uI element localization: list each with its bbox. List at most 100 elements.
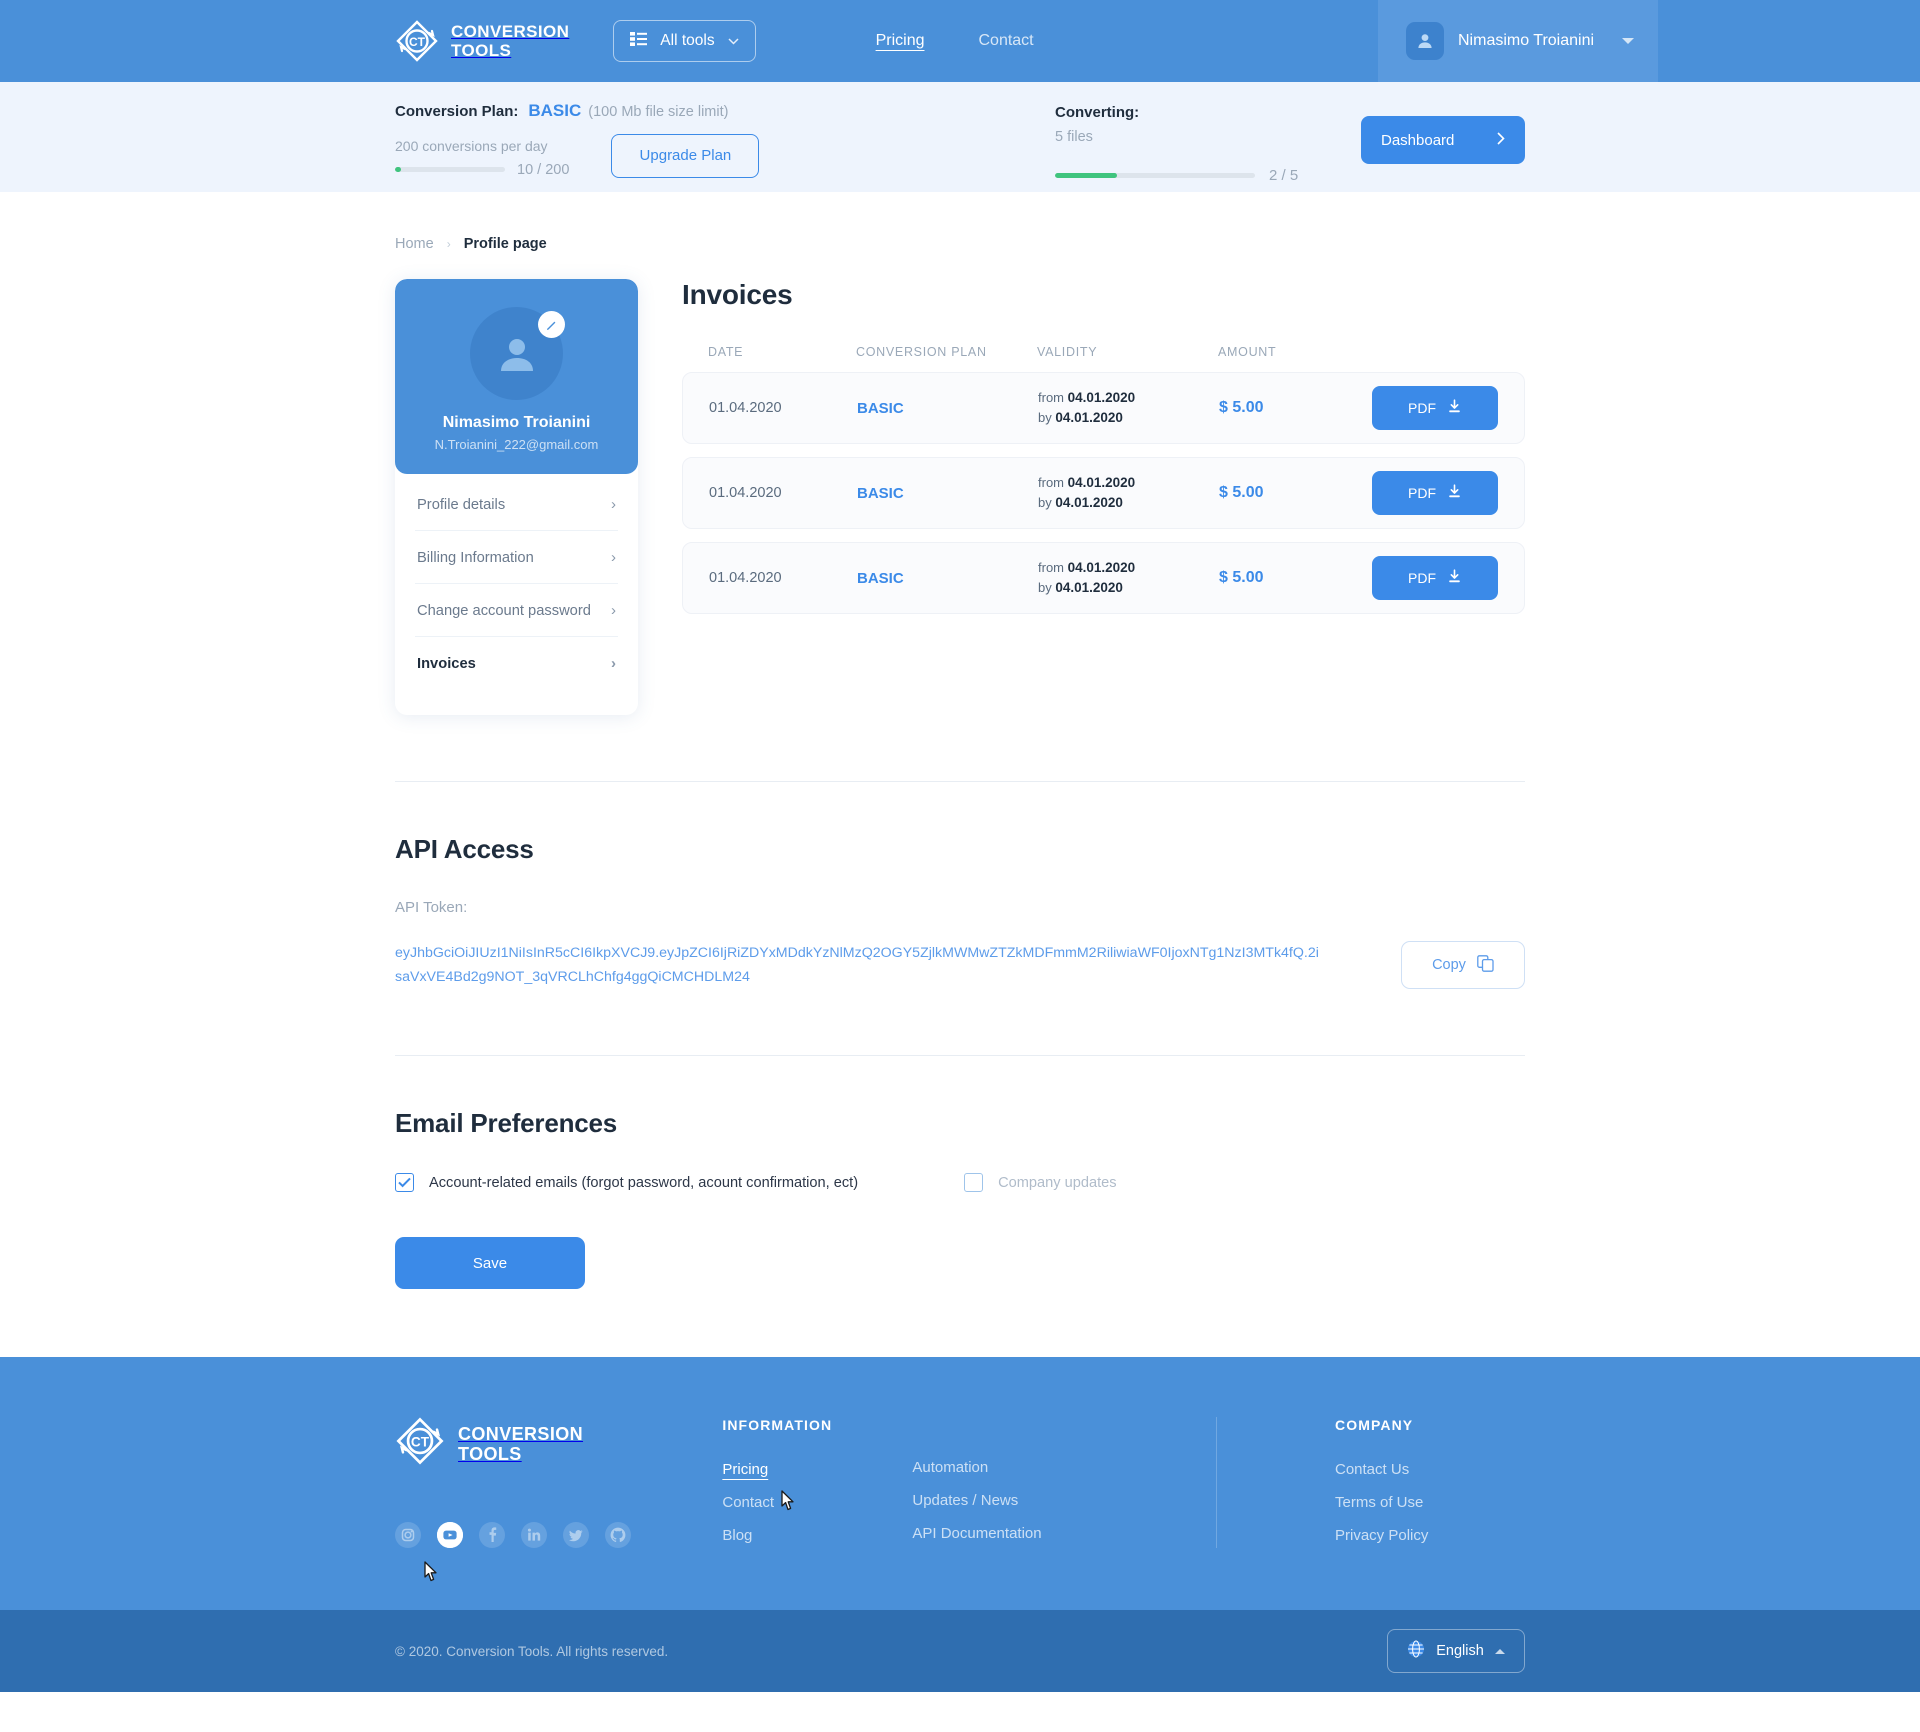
invoice-validity: from 04.01.2020 by 04.01.2020 [1038,558,1219,598]
upgrade-plan-button[interactable]: Upgrade Plan [611,133,760,178]
footer-information-title: INFORMATION [722,1417,833,1433]
menu-label: Invoices [417,655,476,672]
column-header-conversion-plan: CONVERSION PLAN [856,345,987,359]
conversions-total: / 200 [537,161,570,178]
validity-by-label: by [1038,580,1052,595]
pref-label: Company updates [998,1174,1117,1191]
invoice-validity: from 04.01.2020 by 04.01.2020 [1038,473,1219,513]
checkbox-unchecked-icon[interactable] [964,1173,984,1192]
user-menu[interactable]: Nimasimo Troianini [1378,0,1658,82]
converting-total: / 5 [1281,167,1299,184]
top-header: CT CONVERSION TOOLS All tools Pricing Co… [0,0,1920,82]
nav-link-contact[interactable]: Contact [978,32,1033,50]
profile-menu-item-billing-information[interactable]: Billing Information › [415,531,618,584]
api-token-value[interactable]: eyJhbGciOiJIUzI1NiIsInR5cCI6IkpXVCJ9.eyJ… [395,941,1320,989]
save-button[interactable]: Save [395,1237,585,1289]
pref-account-related-emails[interactable]: Account-related emails (forgot password,… [395,1173,858,1192]
validity-by-label: by [1038,495,1052,510]
dashboard-button[interactable]: Dashboard [1361,116,1525,164]
checkbox-checked-icon[interactable] [395,1173,414,1192]
chevron-right-icon: › [611,655,616,672]
copy-token-button[interactable]: Copy [1401,941,1525,989]
profile-menu-item-invoices[interactable]: Invoices › [415,637,618,689]
profile-menu-item-profile-details[interactable]: Profile details › [415,478,618,531]
footer-company-column: COMPANY Contact Us Terms of Use Privacy … [1216,1417,1525,1548]
table-row: 01.04.2020 BASIC from 04.01.2020 by 04.01.2… [682,457,1525,529]
conversions-used: 10 [517,161,534,178]
footer-information-column: INFORMATION Pricing Contact Blog Automat… [722,1417,1216,1548]
chevron-right-icon: › [611,496,616,513]
copy-icon [1477,954,1494,976]
profile-menu-item-change-account-password[interactable]: Change account password › [415,584,618,637]
column-header-amount: AMOUNT [1218,345,1277,359]
header-nav: Pricing Contact [876,32,1034,50]
column-header-date: DATE [708,345,744,359]
youtube-icon[interactable] [437,1522,463,1548]
column-header-validity: VALIDITY [1037,345,1098,359]
footer-link-api-documentation[interactable]: API Documentation [912,1525,1102,1542]
invoice-plan[interactable]: BASIC [857,485,1038,502]
footer-brand-line-1: CONVERSION [458,1423,584,1444]
language-selector[interactable]: English [1387,1629,1525,1673]
brand-line-1: CONVERSION [451,22,570,41]
all-tools-dropdown[interactable]: All tools [613,20,756,62]
twitter-icon[interactable] [563,1522,589,1548]
footer-link-blog[interactable]: Blog [722,1527,912,1544]
edit-avatar-button[interactable] [538,311,565,338]
invoice-validity: from 04.01.2020 by 04.01.2020 [1038,388,1219,428]
download-pdf-button[interactable]: PDF [1372,386,1498,430]
pdf-button-label: PDF [1408,570,1436,586]
brand-logo[interactable]: CT CONVERSION TOOLS [395,20,569,62]
nav-link-pricing[interactable]: Pricing [876,32,925,50]
footer-link-contact[interactable]: Contact [722,1494,912,1511]
footer-link-contact-us[interactable]: Contact Us [1335,1461,1525,1478]
download-pdf-button[interactable]: PDF [1372,556,1498,600]
pref-label: Account-related emails (forgot password,… [429,1174,859,1191]
api-token-label: API Token: [395,899,468,916]
table-row: 01.04.2020 BASIC from 04.01.2020 by 04.01.2… [682,372,1525,444]
api-access-title: API Access [395,834,534,864]
svg-text:CT: CT [409,35,426,49]
site-footer: CT CONVERSION TOOLS INFORMATION Pricing … [0,1357,1920,1610]
conversion-tools-logo-icon: CT [395,20,439,62]
invoice-plan[interactable]: BASIC [857,400,1038,417]
pref-company-updates[interactable]: Company updates [964,1173,1117,1192]
chevron-right-icon: › [611,602,616,619]
download-icon [1447,484,1462,502]
brand-line-2: TOOLS [451,41,512,60]
profile-name: Nimasimo Troianini [442,414,591,431]
download-pdf-button[interactable]: PDF [1372,471,1498,515]
footer-link-automation[interactable]: Automation [912,1459,1102,1476]
chevron-right-icon: › [611,549,616,566]
invoice-amount: $ 5.00 [1219,484,1264,501]
footer-link-pricing[interactable]: Pricing [722,1461,912,1478]
plan-summary-bar: Conversion Plan: BASIC (100 Mb file size l… [0,82,1920,192]
pdf-button-label: PDF [1408,485,1436,501]
chevron-right-icon [1497,131,1505,149]
breadcrumb-home[interactable]: Home [395,236,434,252]
divider [395,781,1525,782]
divider [395,1055,1525,1056]
file-size-limit-note: (100 Mb file size limit) [588,103,729,120]
validity-from-label: from [1038,560,1064,575]
validity-from-date: 04.01.2020 [1067,560,1136,575]
invoice-plan[interactable]: BASIC [857,570,1038,587]
conversion-plan-value: BASIC [528,100,582,120]
language-label: English [1436,1643,1484,1659]
facebook-icon[interactable] [479,1522,505,1548]
invoices-section: Invoices DATE CONVERSION PLAN VALIDITY A… [682,279,1525,627]
list-grid-icon [630,31,648,51]
menu-label: Profile details [417,496,506,513]
breadcrumb-current: Profile page [463,236,547,252]
footer-link-privacy-policy[interactable]: Privacy Policy [1335,1527,1525,1544]
footer-brand-logo[interactable]: CT CONVERSION TOOLS [395,1417,722,1470]
instagram-icon[interactable] [395,1522,421,1548]
github-icon[interactable] [605,1522,631,1548]
footer-link-updates-news[interactable]: Updates / News [912,1492,1102,1509]
invoice-date: 01.04.2020 [709,485,782,501]
invoice-date: 01.04.2020 [709,570,782,586]
footer-link-terms-of-use[interactable]: Terms of Use [1335,1494,1525,1511]
linkedin-icon[interactable] [521,1522,547,1548]
validity-by-date: 04.01.2020 [1055,580,1123,595]
chevron-down-icon [1622,38,1634,44]
